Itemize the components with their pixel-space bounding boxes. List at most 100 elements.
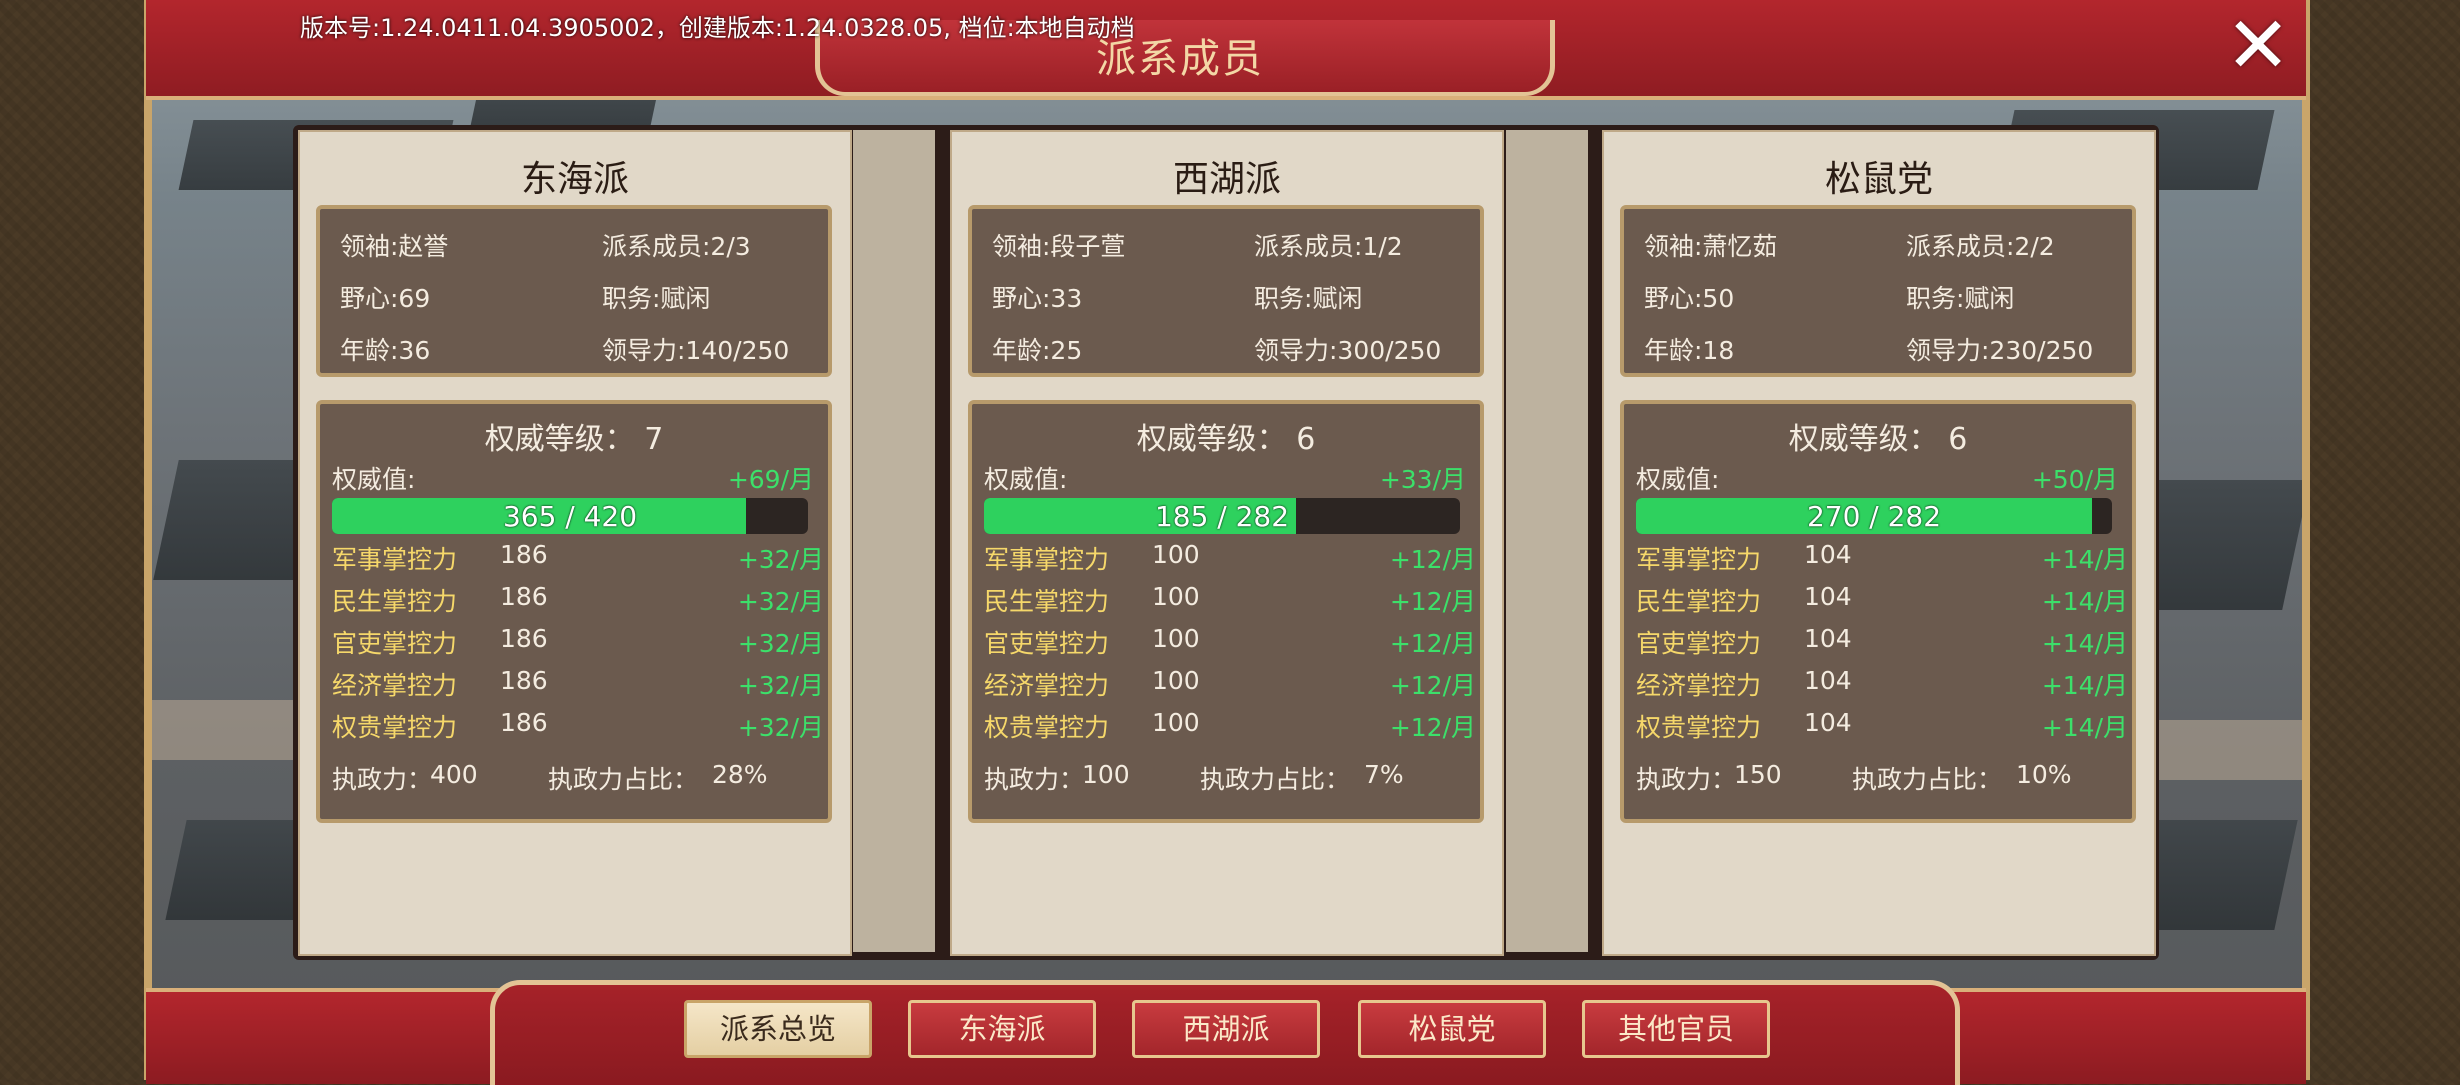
governance-value: 400 xyxy=(430,760,478,789)
control-name: 军事掌控力 xyxy=(332,545,458,574)
authority-rate: +33/月 xyxy=(1379,465,1466,494)
control-row: 军事掌控力 186 +32/月 xyxy=(332,540,824,574)
age-label: 年龄:18 xyxy=(1644,336,1735,365)
control-value: 104 xyxy=(1804,666,1852,695)
position-label: 职务:赋闲 xyxy=(1906,284,2015,313)
authority-progress-text: 185 / 282 xyxy=(1154,500,1290,533)
close-icon[interactable]: ✕ xyxy=(2218,7,2298,85)
control-row: 军事掌控力 100 +12/月 xyxy=(984,540,1476,574)
governance-value: 100 xyxy=(1082,760,1130,789)
governance-ratio-label: 执政力占比： xyxy=(548,765,699,794)
authority-level: 权威等级： 6 xyxy=(1136,422,1316,457)
faction-panel: 西湖派 领袖:段子萱 派系成员:1/2 野心:33 职务:赋闲 年龄:25 领导… xyxy=(950,130,1504,956)
leadership-label: 领导力:300/250 xyxy=(1254,336,1442,365)
faction-name: 松鼠党 xyxy=(1824,159,1933,200)
position-label: 职务:赋闲 xyxy=(1254,284,1363,313)
leadership-label: 领导力:140/250 xyxy=(602,336,790,365)
control-row: 权贵掌控力 186 +32/月 xyxy=(332,708,824,742)
governance-value: 150 xyxy=(1734,760,1782,789)
control-name: 权贵掌控力 xyxy=(1636,713,1762,742)
authority-progress-text: 270 / 282 xyxy=(1806,500,1942,533)
control-rate: +32/月 xyxy=(737,629,824,658)
control-rate: +12/月 xyxy=(1389,671,1476,700)
control-value: 186 xyxy=(500,708,548,737)
control-row: 经济掌控力 104 +14/月 xyxy=(1636,666,2128,700)
authority-box: 权威等级： 6 权威值: +33/月 185 / 282 军事掌控力 100 +… xyxy=(968,400,1484,823)
control-name: 经济掌控力 xyxy=(984,671,1110,700)
governance-label: 执政力： xyxy=(1636,765,1737,794)
position-label: 职务:赋闲 xyxy=(602,284,711,313)
members-label: 派系成员:2/2 xyxy=(1906,232,2055,261)
authority-progress-text: 365 / 420 xyxy=(502,500,638,533)
control-rate: +14/月 xyxy=(2041,671,2128,700)
control-value: 186 xyxy=(500,666,548,695)
control-rate: +14/月 xyxy=(2041,629,2128,658)
control-value: 104 xyxy=(1804,540,1852,569)
version-info: 版本号:1.24.0411.04.3905002，创建版本:1.24.0328.… xyxy=(300,14,1135,42)
control-value: 186 xyxy=(500,540,548,569)
faction-info-box: 领袖:萧忆茹 派系成员:2/2 野心:50 职务:赋闲 年龄:18 领导力:23… xyxy=(1620,205,2136,377)
control-name: 经济掌控力 xyxy=(1636,671,1762,700)
control-name: 民生掌控力 xyxy=(1636,587,1762,616)
control-value: 104 xyxy=(1804,582,1852,611)
control-row: 民生掌控力 100 +12/月 xyxy=(984,582,1476,616)
leader-label: 领袖:赵誉 xyxy=(340,232,449,261)
governance-ratio-label: 执政力占比： xyxy=(1200,765,1351,794)
age-label: 年龄:36 xyxy=(340,336,431,365)
control-value: 100 xyxy=(1152,540,1200,569)
governance-ratio: 28% xyxy=(712,760,768,789)
governance-ratio: 7% xyxy=(1364,760,1404,789)
authority-value-label: 权威值: xyxy=(1636,465,1720,494)
control-row: 民生掌控力 186 +32/月 xyxy=(332,582,824,616)
leader-label: 领袖:段子萱 xyxy=(992,232,1126,261)
control-value: 104 xyxy=(1804,624,1852,653)
ambition-label: 野心:33 xyxy=(992,284,1083,313)
leadership-label: 领导力:230/250 xyxy=(1906,336,2094,365)
control-row: 军事掌控力 104 +14/月 xyxy=(1636,540,2128,574)
control-name: 官吏掌控力 xyxy=(332,629,458,658)
control-name: 民生掌控力 xyxy=(984,587,1110,616)
tab-xihu[interactable]: 西湖派 xyxy=(1132,1000,1320,1058)
authority-value-label: 权威值: xyxy=(332,465,416,494)
faction-name: 西湖派 xyxy=(1172,159,1281,200)
leader-label: 领袖:萧忆茹 xyxy=(1644,232,1778,261)
control-rate: +12/月 xyxy=(1389,629,1476,658)
authority-box: 权威等级： 6 权威值: +50/月 270 / 282 军事掌控力 104 +… xyxy=(1620,400,2136,823)
control-name: 经济掌控力 xyxy=(332,671,458,700)
control-value: 100 xyxy=(1152,666,1200,695)
age-label: 年龄:25 xyxy=(992,336,1083,365)
authority-level: 权威等级： 6 xyxy=(1788,422,1968,457)
control-row: 经济掌控力 100 +12/月 xyxy=(984,666,1476,700)
control-row: 官吏掌控力 186 +32/月 xyxy=(332,624,824,658)
tab-other-officials[interactable]: 其他官员 xyxy=(1582,1000,1770,1058)
faction-panel: 松鼠党 领袖:萧忆茹 派系成员:2/2 野心:50 职务:赋闲 年龄:18 领导… xyxy=(1602,130,2156,956)
members-label: 派系成员:2/3 xyxy=(602,232,751,261)
control-row: 官吏掌控力 100 +12/月 xyxy=(984,624,1476,658)
control-rate: +12/月 xyxy=(1389,587,1476,616)
control-rate: +32/月 xyxy=(737,587,824,616)
control-rate: +12/月 xyxy=(1389,545,1476,574)
ambition-label: 野心:50 xyxy=(1644,284,1735,313)
control-row: 权贵掌控力 104 +14/月 xyxy=(1636,708,2128,742)
members-label: 派系成员:1/2 xyxy=(1254,232,1403,261)
control-row: 民生掌控力 104 +14/月 xyxy=(1636,582,2128,616)
governance-ratio: 10% xyxy=(2016,760,2072,789)
control-name: 官吏掌控力 xyxy=(1636,629,1762,658)
tab-donghai[interactable]: 东海派 xyxy=(908,1000,1096,1058)
control-row: 经济掌控力 186 +32/月 xyxy=(332,666,824,700)
control-rate: +14/月 xyxy=(2041,587,2128,616)
authority-value-label: 权威值: xyxy=(984,465,1068,494)
control-rate: +32/月 xyxy=(737,545,824,574)
tab-faction-overview[interactable]: 派系总览 xyxy=(684,1000,872,1058)
control-name: 官吏掌控力 xyxy=(984,629,1110,658)
control-value: 100 xyxy=(1152,624,1200,653)
control-name: 军事掌控力 xyxy=(1636,545,1762,574)
governance-label: 执政力： xyxy=(984,765,1085,794)
control-value: 100 xyxy=(1152,582,1200,611)
governance-ratio-label: 执政力占比： xyxy=(1852,765,2003,794)
authority-rate: +69/月 xyxy=(727,465,814,494)
tab-songshu[interactable]: 松鼠党 xyxy=(1358,1000,1546,1058)
ambition-label: 野心:69 xyxy=(340,284,431,313)
faction-info-box: 领袖:赵誉 派系成员:2/3 野心:69 职务:赋闲 年龄:36 领导力:140… xyxy=(316,205,832,377)
frame-border-right xyxy=(2302,0,2310,1080)
